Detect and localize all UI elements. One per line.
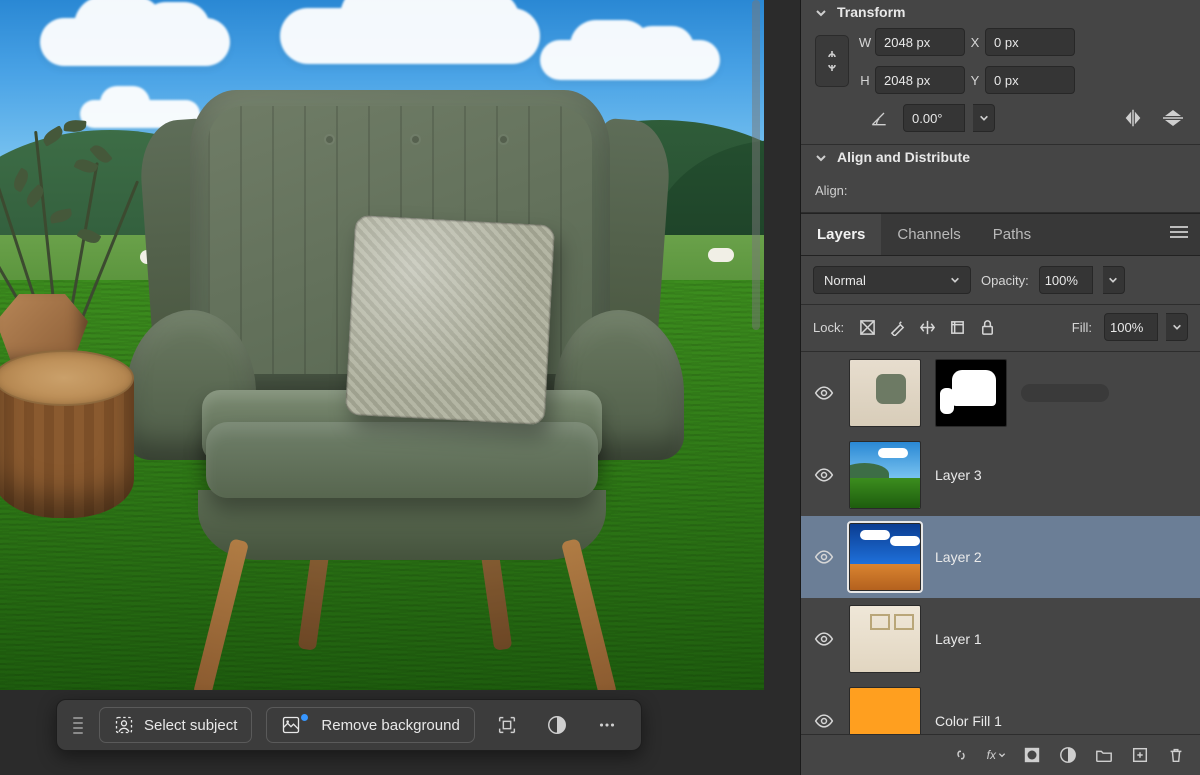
adjustment-icon-button[interactable]	[539, 707, 575, 743]
tab-paths[interactable]: Paths	[977, 214, 1047, 255]
lock-controls: Lock: Fill:	[801, 305, 1200, 352]
y-label: Y	[965, 73, 985, 88]
stump-image	[0, 350, 134, 560]
visibility-toggle[interactable]	[813, 710, 835, 732]
layer-thumbnail[interactable]	[849, 359, 921, 427]
w-label: W	[855, 35, 875, 50]
new-layer-icon[interactable]	[1130, 745, 1150, 765]
canvas-scrollbar[interactable]	[752, 0, 760, 330]
canvas-image	[0, 0, 764, 690]
layer-name[interactable]: Layer 3	[935, 467, 982, 483]
layer-fx-button[interactable]: fx	[987, 748, 1006, 762]
remove-background-button[interactable]: Remove background	[266, 707, 474, 743]
tab-channels[interactable]: Channels	[881, 214, 976, 255]
lock-pixels-icon[interactable]	[886, 316, 908, 338]
width-input[interactable]	[875, 28, 965, 56]
align-header[interactable]: Align and Distribute	[801, 145, 1200, 173]
lock-all-icon[interactable]	[976, 316, 998, 338]
layer-row[interactable]: Layer 1	[801, 598, 1200, 680]
visibility-toggle[interactable]	[813, 382, 835, 404]
lock-position-icon[interactable]	[916, 316, 938, 338]
lock-artboard-icon[interactable]	[946, 316, 968, 338]
x-input[interactable]	[985, 28, 1075, 56]
add-adjustment-icon[interactable]	[1058, 745, 1078, 765]
layer-name[interactable]: Layer 1	[935, 631, 982, 647]
layers-footer: fx	[801, 734, 1200, 775]
add-mask-icon[interactable]	[1022, 745, 1042, 765]
layer-thumbnail[interactable]	[849, 605, 921, 673]
link-dimensions-button[interactable]	[815, 35, 849, 87]
blend-mode-value: Normal	[824, 273, 866, 288]
layer-row[interactable]: Layer 2	[801, 516, 1200, 598]
right-panel: Transform W X H Y	[800, 0, 1200, 775]
lock-transparency-icon[interactable]	[856, 316, 878, 338]
more-icon-button[interactable]	[589, 707, 625, 743]
remove-background-icon	[281, 715, 301, 735]
select-subject-label: Select subject	[144, 717, 237, 734]
layer-name[interactable]: Layer 2	[935, 549, 982, 565]
opacity-label: Opacity:	[981, 273, 1029, 288]
contextual-task-bar: Select subject Remove background	[56, 699, 642, 751]
transform-icon-button[interactable]	[489, 707, 525, 743]
x-label: X	[965, 35, 985, 50]
opacity-input[interactable]	[1039, 266, 1093, 294]
visibility-toggle[interactable]	[813, 546, 835, 568]
tab-layers[interactable]: Layers	[801, 214, 881, 255]
angle-input[interactable]	[903, 104, 965, 132]
new-group-icon[interactable]	[1094, 745, 1114, 765]
align-title: Align and Distribute	[837, 149, 970, 165]
delete-layer-icon[interactable]	[1166, 745, 1186, 765]
canvas-panel: Select subject Remove background	[0, 0, 800, 775]
layer-thumbnail[interactable]	[849, 687, 921, 734]
link-layers-icon[interactable]	[951, 745, 971, 765]
chevron-down-icon	[815, 151, 827, 163]
visibility-toggle[interactable]	[813, 628, 835, 650]
blend-mode-select[interactable]: Normal	[813, 266, 971, 294]
chair-image	[120, 90, 690, 660]
layer-name-placeholder	[1021, 384, 1109, 402]
opacity-dropdown[interactable]	[1103, 266, 1125, 294]
panel-menu-button[interactable]	[1158, 215, 1200, 254]
layers-list[interactable]: Layer 3 Layer 2 Layer 1	[801, 352, 1200, 734]
height-input[interactable]	[875, 66, 965, 94]
plant-image	[0, 110, 140, 320]
layer-mask-thumbnail[interactable]	[935, 359, 1007, 427]
flip-vertical-button[interactable]	[1160, 105, 1186, 131]
grip-icon[interactable]	[73, 717, 83, 734]
y-input[interactable]	[985, 66, 1075, 94]
fill-label: Fill:	[1072, 320, 1092, 335]
flip-horizontal-button[interactable]	[1120, 105, 1146, 131]
h-label: H	[855, 73, 875, 88]
remove-background-label: Remove background	[321, 717, 459, 734]
chevron-down-icon	[815, 6, 827, 18]
fill-dropdown[interactable]	[1166, 313, 1188, 341]
layer-thumbnail[interactable]	[849, 441, 921, 509]
transform-section: Transform W X H Y	[801, 0, 1200, 145]
lock-label: Lock:	[813, 320, 844, 335]
visibility-toggle[interactable]	[813, 464, 835, 486]
layer-thumbnail[interactable]	[849, 523, 921, 591]
canvas-viewport[interactable]	[0, 0, 764, 690]
align-section: Align and Distribute Align:	[801, 145, 1200, 213]
angle-dropdown[interactable]	[973, 104, 995, 132]
angle-icon	[869, 108, 889, 128]
transform-header[interactable]: Transform	[801, 0, 1200, 28]
align-label: Align:	[801, 173, 1200, 200]
fill-input[interactable]	[1104, 313, 1158, 341]
layer-row[interactable]: Layer 3	[801, 434, 1200, 516]
layer-name[interactable]: Color Fill 1	[935, 713, 1002, 729]
select-subject-button[interactable]: Select subject	[99, 707, 252, 743]
layer-row[interactable]	[801, 352, 1200, 434]
transform-title: Transform	[837, 4, 905, 20]
select-subject-icon	[114, 715, 134, 735]
layer-controls: Normal Opacity:	[801, 256, 1200, 305]
layer-row[interactable]: Color Fill 1	[801, 680, 1200, 734]
panel-tabs: Layers Channels Paths	[801, 213, 1200, 256]
